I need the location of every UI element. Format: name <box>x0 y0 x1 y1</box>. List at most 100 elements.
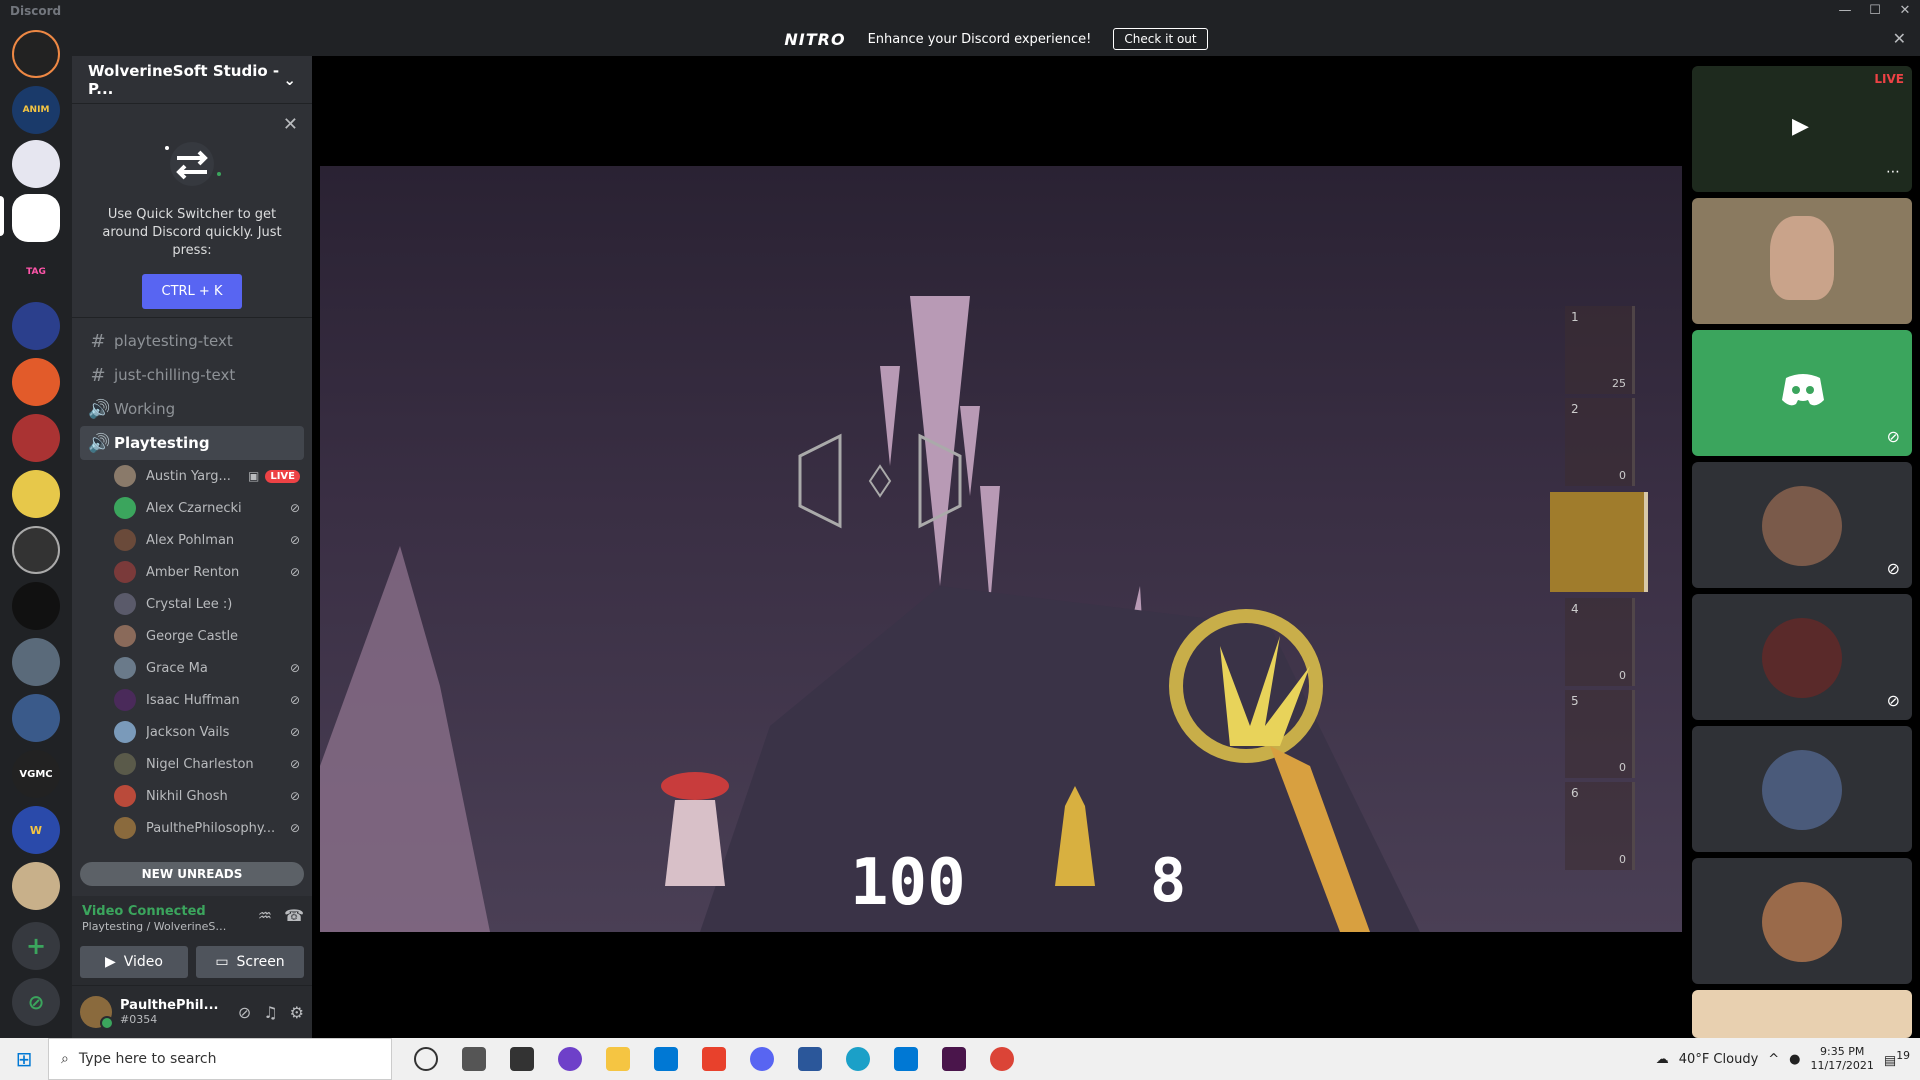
clock[interactable]: 9:35 PM 11/17/2021 <box>1811 1045 1874 1073</box>
mail-icon[interactable] <box>654 1047 678 1071</box>
user-info[interactable]: PaulthePhil... #0354 <box>120 998 238 1026</box>
avatar[interactable] <box>80 996 114 1030</box>
nitro-close-icon[interactable]: ✕ <box>1893 29 1906 48</box>
server-icon-8[interactable] <box>12 414 60 462</box>
channel-working[interactable]: 🔊 Working <box>80 392 304 426</box>
username: PaulthePhil... <box>120 998 219 1013</box>
screen-share-button[interactable]: ▭ Screen <box>196 946 304 978</box>
disconnect-icon[interactable]: ☎ <box>284 906 304 925</box>
participant-tile-live[interactable]: LIVE ▶ ⋯ <box>1692 66 1912 192</box>
main-stream-area: 100 8 1 25 2 0 4 0 5 0 6 0 LIVE ▶ ⋯ ⊘ ⊘ … <box>312 56 1920 1038</box>
voice-user[interactable]: Austin Yarg... ▣ LIVE <box>72 460 312 492</box>
channel-playtesting-text[interactable]: # playtesting-text <box>80 324 304 358</box>
hashtag-icon: # <box>90 364 106 386</box>
server-icon-animation[interactable]: ANIM <box>12 86 60 134</box>
server-icon-selected[interactable] <box>12 194 60 242</box>
headphones-icon[interactable]: ♫ <box>263 1003 277 1022</box>
participant-tile[interactable] <box>1692 990 1912 1038</box>
participant-tile[interactable] <box>1692 858 1912 984</box>
server-icon-6[interactable] <box>12 302 60 350</box>
channel-playtesting[interactable]: 🔊 Playtesting <box>80 426 304 460</box>
voice-user[interactable]: Crystal Lee :) <box>72 588 312 620</box>
store-icon[interactable] <box>510 1047 534 1071</box>
video-connected-status[interactable]: Video Connected <box>82 904 206 919</box>
server-icon-vgmc[interactable]: VGMC <box>12 750 60 798</box>
participant-tile[interactable]: ⊘ <box>1692 594 1912 720</box>
live-badge: LIVE <box>265 469 300 483</box>
voice-user[interactable]: Grace Ma ⊘ <box>72 652 312 684</box>
voice-user[interactable]: Isaac Huffman ⊘ <box>72 684 312 716</box>
participant-tile[interactable] <box>1692 726 1912 852</box>
windows-start-icon[interactable]: ⊞ <box>0 1047 48 1071</box>
noise-suppression-icon[interactable]: ♒ <box>258 906 272 925</box>
server-icon-16[interactable] <box>12 862 60 910</box>
more-icon[interactable]: ⋯ <box>1886 164 1900 180</box>
participant-tile[interactable]: ⊘ <box>1692 462 1912 588</box>
participant-tile-video[interactable] <box>1692 198 1912 324</box>
discord-taskbar-icon[interactable] <box>750 1047 774 1071</box>
discord-logo-icon <box>1782 374 1824 406</box>
maximize-button[interactable]: ☐ <box>1860 0 1890 22</box>
slot-count: 0 <box>1619 469 1626 482</box>
github-icon[interactable] <box>558 1047 582 1071</box>
server-icon-1[interactable] <box>12 30 60 78</box>
guild-header[interactable]: WolverineSoft Studio - P... ⌄ <box>72 56 312 104</box>
cortana-icon[interactable] <box>414 1047 438 1071</box>
chrome-icon[interactable] <box>990 1047 1014 1071</box>
chevron-down-icon: ⌄ <box>283 70 296 89</box>
chevron-up-icon[interactable]: ^ <box>1768 1052 1779 1067</box>
channel-name: Working <box>114 400 176 418</box>
office-icon[interactable] <box>702 1047 726 1071</box>
minimize-button[interactable]: — <box>1830 0 1860 22</box>
task-view-icon[interactable] <box>462 1047 486 1071</box>
voice-user[interactable]: Jackson Vails ⊘ <box>72 716 312 748</box>
channel-just-chilling-text[interactable]: # just-chilling-text <box>80 358 304 392</box>
new-unreads-button[interactable]: NEW UNREADS <box>80 862 304 886</box>
close-icon[interactable]: ✕ <box>283 114 298 135</box>
voice-user[interactable]: George Castle <box>72 620 312 652</box>
voice-user[interactable]: Alex Czarnecki ⊘ <box>72 492 312 524</box>
add-server-icon[interactable]: + <box>12 922 60 970</box>
taskbar-search[interactable]: ⌕ Type here to search <box>48 1038 392 1080</box>
weather-text[interactable]: 40°F Cloudy <box>1679 1052 1758 1067</box>
server-icon-13[interactable] <box>12 694 60 742</box>
word-icon[interactable] <box>798 1047 822 1071</box>
server-icon-7[interactable] <box>12 358 60 406</box>
voice-user-name: Alex Pohlman <box>146 532 235 548</box>
taskbar-apps <box>414 1047 1014 1071</box>
video-button[interactable]: ▶ Video <box>80 946 188 978</box>
server-icon-10[interactable] <box>12 526 60 574</box>
voice-user[interactable]: Nikhil Ghosh ⊘ <box>72 780 312 812</box>
game-stream[interactable]: 100 8 1 25 2 0 4 0 5 0 6 0 <box>320 166 1682 932</box>
edge-icon[interactable] <box>846 1047 870 1071</box>
avatar <box>114 561 136 583</box>
participant-tile-discord[interactable]: ⊘ <box>1692 330 1912 456</box>
nitro-check-it-out-button[interactable]: Check it out <box>1113 28 1208 50</box>
microphone-icon[interactable]: ● <box>1789 1052 1800 1067</box>
server-icon-15[interactable]: W <box>12 806 60 854</box>
voice-user[interactable]: Alex Pohlman ⊘ <box>72 524 312 556</box>
server-icon-12[interactable] <box>12 638 60 686</box>
slack-icon[interactable] <box>942 1047 966 1071</box>
explore-servers-icon[interactable]: ⊘ <box>12 978 60 1026</box>
weapon-slot: 4 0 <box>1565 598 1635 686</box>
close-window-button[interactable]: ✕ <box>1890 0 1920 22</box>
server-icon-11[interactable] <box>12 582 60 630</box>
voice-user[interactable]: Amber Renton ⊘ <box>72 556 312 588</box>
server-rail: ANIM TAG VGMC W + ⊘ <box>0 22 72 1038</box>
vscode-icon[interactable] <box>894 1047 918 1071</box>
server-icon-5[interactable]: TAG <box>12 248 60 296</box>
mic-muted-icon[interactable]: ⊘ <box>238 1003 251 1022</box>
voice-user-name: Grace Ma <box>146 660 208 676</box>
voice-user[interactable]: PaulthePhilosophy... ⊘ <box>72 812 312 844</box>
server-icon-3[interactable] <box>12 140 60 188</box>
voice-user[interactable]: Nigel Charleston ⊘ <box>72 748 312 780</box>
voice-user-name: Amber Renton <box>146 564 240 580</box>
quick-switcher-shortcut-button[interactable]: CTRL + K <box>141 274 243 309</box>
gear-icon[interactable]: ⚙ <box>290 1003 304 1022</box>
notification-icon[interactable]: ▤19 <box>1884 1049 1910 1068</box>
server-icon-9[interactable] <box>12 470 60 518</box>
live-badge: LIVE <box>1874 72 1904 86</box>
camera-icon: ▶ <box>1792 114 1809 139</box>
file-explorer-icon[interactable] <box>606 1047 630 1071</box>
